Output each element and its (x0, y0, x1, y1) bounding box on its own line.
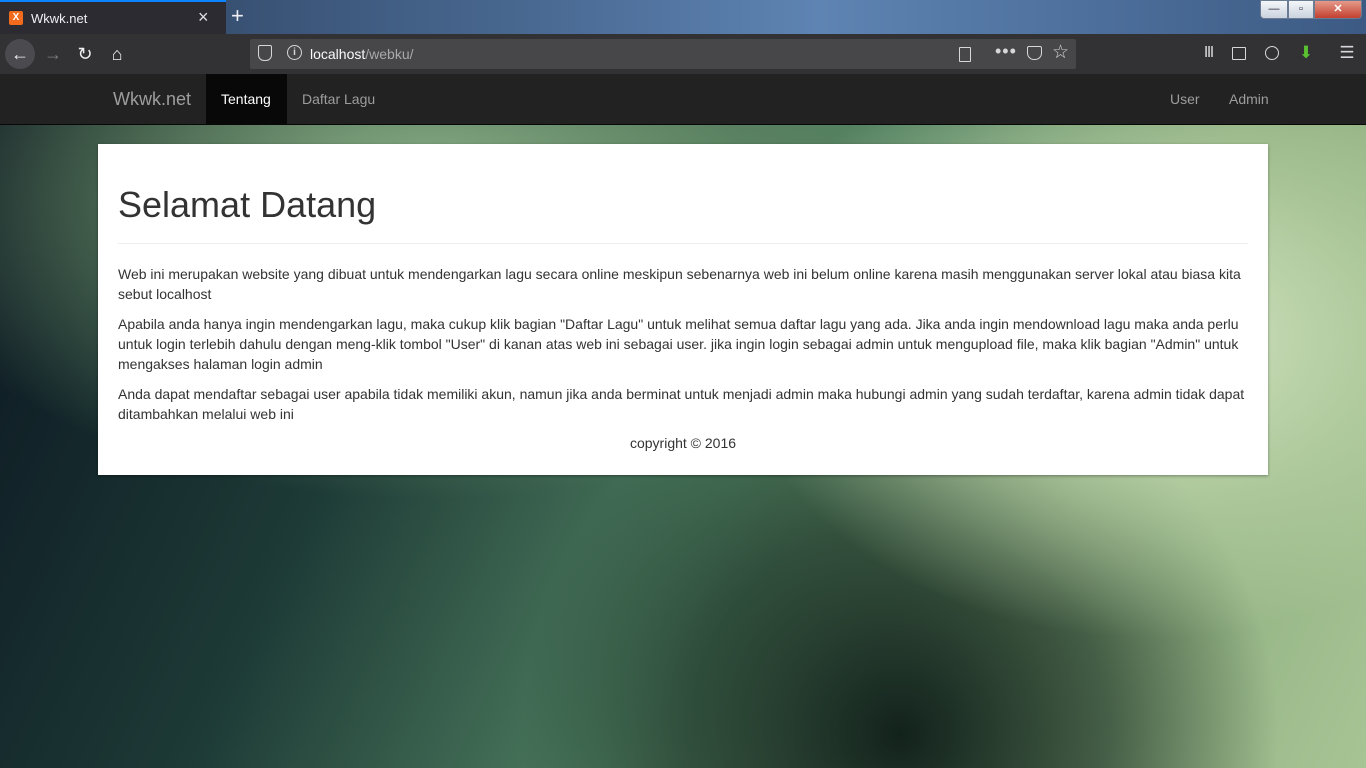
paragraph-usage: Apabila anda hanya ingin mendengarkan la… (118, 316, 1239, 372)
shield-icon[interactable] (258, 45, 272, 61)
tab-title: Wkwk.net (31, 11, 88, 26)
arrow-left-icon: ← (11, 44, 29, 64)
pocket-icon[interactable] (1027, 46, 1042, 60)
url-path: /webku/ (365, 46, 414, 62)
site-brand[interactable]: Wkwk.net (113, 89, 191, 110)
site-navbar: Wkwk.net Tentang Daftar Lagu User Admin (0, 74, 1366, 125)
url-text[interactable]: localhost/webku/ (310, 46, 414, 62)
paragraph-register: Anda dapat mendaftar sebagai user apabil… (118, 386, 1245, 422)
nav-admin[interactable]: Admin (1214, 74, 1284, 124)
window-titlebar: X Wkwk.net × + — ▫ ✕ (0, 0, 1366, 34)
back-button[interactable]: ← (5, 39, 35, 69)
reload-button[interactable]: ↻ (70, 39, 100, 69)
nav-user[interactable]: User (1155, 74, 1215, 124)
page-viewport: Wkwk.net Tentang Daftar Lagu User Admin … (0, 74, 1366, 768)
page-actions-button[interactable]: ••• (995, 41, 1017, 62)
close-window-button[interactable]: ✕ (1314, 0, 1362, 19)
reader-view-icon[interactable] (959, 47, 971, 62)
copyright-footer: copyright © 2016 (629, 435, 737, 451)
home-icon: ⌂ (111, 44, 123, 64)
library-icon[interactable]: Ⅲ (1200, 44, 1218, 62)
download-icon[interactable]: ⬇ (1297, 44, 1315, 62)
url-host: localhost (310, 46, 366, 62)
browser-toolbar: ← → ↻ ⌂ i localhost/webku/ ••• ☆ Ⅲ ⬇ ☰ (0, 34, 1366, 75)
page-heading: Selamat Datang (118, 184, 377, 225)
xampp-icon: X (9, 11, 23, 25)
home-button[interactable]: ⌂ (102, 39, 132, 69)
sidebar-icon[interactable] (1232, 47, 1246, 60)
reload-icon: ↻ (77, 44, 93, 64)
bookmark-star-icon[interactable]: ☆ (1052, 41, 1069, 64)
paragraph-intro: Web ini merupakan website yang dibuat un… (118, 266, 1241, 302)
content-panel: Selamat Datang Web ini merupakan website… (98, 144, 1268, 475)
close-tab-icon[interactable]: × (198, 7, 209, 28)
intro-text: Web ini merupakan website yang dibuat un… (118, 264, 1248, 434)
maximize-button[interactable]: ▫ (1288, 0, 1314, 19)
arrow-right-icon: → (44, 44, 62, 64)
new-tab-button[interactable]: + (231, 3, 244, 29)
nav-daftar-lagu[interactable]: Daftar Lagu (287, 74, 390, 124)
minimize-button[interactable]: — (1260, 0, 1288, 19)
nav-tentang[interactable]: Tentang (206, 74, 287, 124)
account-icon[interactable] (1265, 46, 1279, 60)
browser-tab[interactable]: X Wkwk.net × (0, 0, 226, 34)
forward-button[interactable]: → (38, 39, 68, 69)
hamburger-menu-icon[interactable]: ☰ (1338, 44, 1356, 62)
address-bar[interactable]: i localhost/webku/ ••• ☆ (250, 39, 1076, 69)
divider (118, 243, 1248, 244)
info-icon[interactable]: i (287, 45, 302, 60)
